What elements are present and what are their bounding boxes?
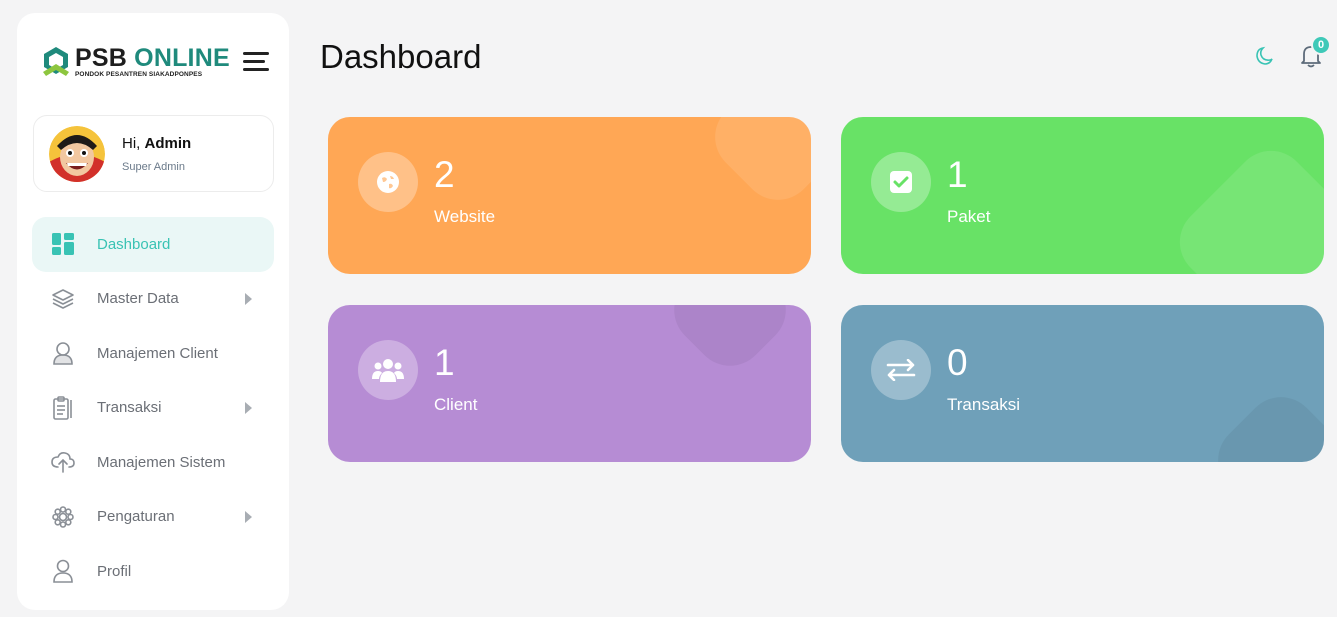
user-card[interactable]: Hi, Admin Super Admin: [33, 115, 274, 192]
card-value: 0: [947, 342, 968, 383]
layers-icon: [51, 287, 75, 311]
brand-subtitle: PONDOK PESANTREN SIAKADPONPES: [75, 71, 203, 78]
client-icon: [51, 341, 75, 366]
hamburger-line: [243, 60, 265, 63]
sidebar-item-transaksi[interactable]: Transaksi: [32, 381, 274, 436]
sidebar: PSB ONLINE PONDOK PESANTREN SIAKADPONPES…: [17, 13, 289, 610]
dashboard-icon: [51, 232, 75, 256]
card-decoration: [1164, 135, 1324, 274]
brand-title: PSB ONLINE: [75, 44, 230, 72]
card-paket[interactable]: 1 Paket: [841, 117, 1324, 274]
moon-icon[interactable]: [1255, 46, 1275, 66]
sidebar-item-manajemen-client[interactable]: Manajemen Client: [32, 326, 274, 381]
card-label: Paket: [947, 207, 991, 226]
chevron-right-icon: [245, 510, 252, 523]
avatar: [49, 125, 105, 182]
sidebar-item-manajemen-sistem[interactable]: Manajemen Sistem: [32, 435, 274, 490]
card-decoration: [700, 117, 811, 215]
sidebar-item-label: Pengaturan: [97, 508, 175, 526]
check-square-icon: [871, 152, 931, 212]
card-label: Client: [434, 395, 478, 414]
sidebar-item-label: Dashboard: [97, 235, 171, 253]
card-decoration: [659, 305, 801, 381]
card-label: Website: [434, 207, 496, 226]
sidebar-item-label: Profil: [97, 562, 132, 580]
sidebar-item-label: Master Data: [97, 290, 179, 308]
card-value: 1: [947, 154, 968, 195]
card-website[interactable]: 2 Website: [328, 117, 811, 274]
sidebar-item-label: Manajemen Sistem: [97, 453, 226, 471]
card-client[interactable]: 1 Client: [328, 305, 811, 462]
card-transaksi[interactable]: 0 Transaksi: [841, 305, 1324, 462]
menu-toggle-button[interactable]: [243, 50, 269, 72]
sidebar-item-dashboard[interactable]: Dashboard: [32, 217, 274, 272]
page-title: Dashboard: [320, 38, 482, 75]
globe-icon: [358, 152, 418, 212]
cloud-upload-icon: [51, 450, 75, 474]
chevron-right-icon: [245, 401, 252, 414]
card-value: 2: [434, 154, 455, 195]
brand-logo[interactable]: PSB ONLINE PONDOK PESANTREN SIAKADPONPES: [41, 45, 230, 79]
user-greeting: Hi, Admin: [122, 134, 192, 152]
sidebar-item-pengaturan[interactable]: Pengaturan: [32, 490, 274, 545]
hamburger-line: [243, 52, 269, 55]
sidebar-item-label: Transaksi: [97, 399, 162, 417]
card-label: Transaksi: [947, 395, 1021, 414]
user-icon: [51, 559, 75, 584]
exchange-icon: [871, 340, 931, 400]
sidebar-item-profil[interactable]: Profil: [32, 544, 274, 599]
users-icon: [358, 340, 418, 400]
sidebar-item-master-data[interactable]: Master Data: [32, 272, 274, 327]
logo-mark-icon: [43, 47, 69, 76]
notification-badge: 0: [1311, 35, 1331, 55]
card-decoration: [1203, 382, 1324, 462]
sidebar-item-label: Manajemen Client: [97, 344, 218, 362]
gear-icon: [51, 505, 75, 529]
sidebar-menu: Dashboard Master Data Manajemen Client T…: [32, 217, 274, 599]
user-role: Super Admin: [122, 160, 185, 173]
hamburger-line: [243, 68, 269, 71]
card-value: 1: [434, 342, 455, 383]
clipboard-icon: [51, 395, 75, 420]
chevron-right-icon: [245, 292, 252, 305]
